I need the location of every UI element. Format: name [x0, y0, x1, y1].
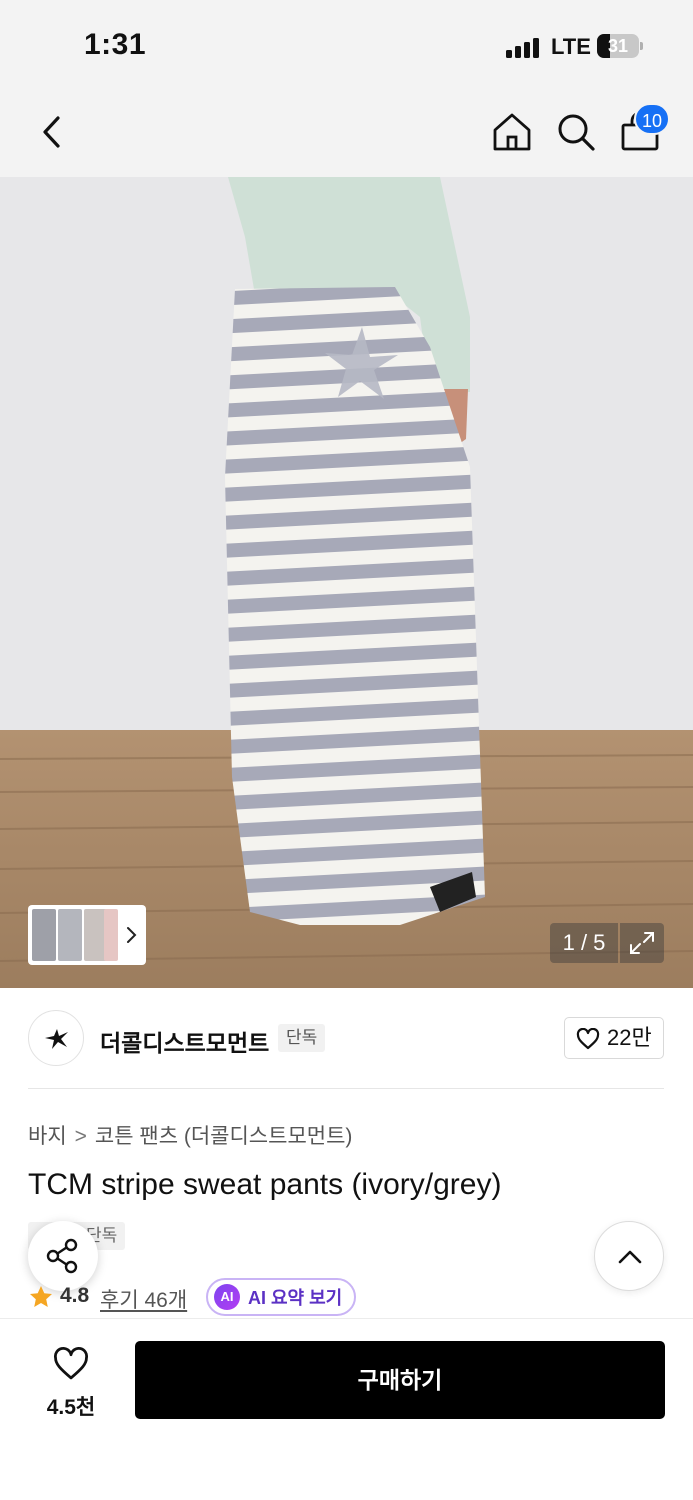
breadcrumb: 바지 > 코튼 팬츠 (더콜디스트모먼트)	[28, 1120, 352, 1150]
top-navigation	[0, 90, 693, 177]
brand-logo[interactable]	[28, 1010, 84, 1066]
battery-percent: 31	[607, 36, 629, 56]
heart-icon	[576, 1028, 600, 1050]
thumbnail-image[interactable]	[58, 909, 82, 961]
product-photo	[0, 177, 693, 988]
bottom-action-bar: 4.5천 구매하기	[0, 1318, 693, 1500]
search-icon	[558, 114, 595, 151]
thumbnail-strip[interactable]	[28, 905, 146, 965]
chevron-up-icon	[618, 1250, 642, 1264]
product-title: TCM stripe sweat pants (ivory/grey)	[28, 1168, 502, 1201]
ai-badge-icon: AI	[214, 1284, 240, 1310]
back-icon	[43, 116, 60, 148]
share-button[interactable]	[28, 1221, 98, 1291]
brand-name[interactable]: 더콜디스트모먼트	[100, 1024, 269, 1058]
chevron-right-icon	[127, 927, 137, 943]
scroll-to-top-button[interactable]	[594, 1221, 664, 1291]
cellular-signal-icon	[506, 38, 540, 58]
divider	[28, 1088, 664, 1089]
battery-icon: 31	[597, 34, 643, 58]
star-icon	[30, 1286, 52, 1307]
brand-like-button[interactable]: 22만	[564, 1017, 664, 1059]
breadcrumb-subcategory[interactable]: 코튼 팬츠 (더콜디스트모먼트)	[95, 1125, 353, 1148]
brand-star-logo-icon	[45, 1029, 68, 1049]
back-button[interactable]	[28, 108, 76, 156]
home-button[interactable]	[488, 108, 536, 156]
rating-score: 4.8	[60, 1284, 90, 1307]
ai-summary-label: AI 요약 보기	[248, 1288, 343, 1308]
wishlist-count: 4.5천	[46, 1396, 96, 1419]
expand-icon	[630, 932, 654, 954]
thumbnail-image[interactable]	[104, 909, 118, 961]
expand-image-button[interactable]	[620, 923, 664, 963]
image-page-counter: 1 / 5	[550, 923, 618, 963]
home-icon	[493, 113, 531, 151]
wishlist-button[interactable]: 4.5천	[30, 1343, 112, 1423]
breadcrumb-category[interactable]: 바지	[28, 1125, 67, 1148]
chevron-right-icon: >	[74, 1125, 87, 1148]
exclusive-badge: 단독	[278, 1024, 326, 1052]
network-type: LTE	[551, 34, 591, 59]
buy-button[interactable]: 구매하기	[135, 1341, 665, 1419]
status-time: 1:31	[84, 28, 147, 61]
heart-icon	[54, 1347, 88, 1380]
thumbnail-image[interactable]	[32, 909, 56, 961]
status-bar: 1:31 LTE 31	[0, 0, 693, 90]
share-icon	[46, 1238, 78, 1274]
product-image-gallery[interactable]: 1 / 5	[0, 177, 693, 988]
cart-count-badge: 10	[634, 103, 671, 135]
review-count-link[interactable]: 후기 46개	[100, 1284, 187, 1314]
search-button[interactable]	[552, 108, 600, 156]
brand-like-count: 22만	[607, 1025, 652, 1050]
ai-summary-button[interactable]: AI AI 요약 보기	[206, 1278, 357, 1316]
